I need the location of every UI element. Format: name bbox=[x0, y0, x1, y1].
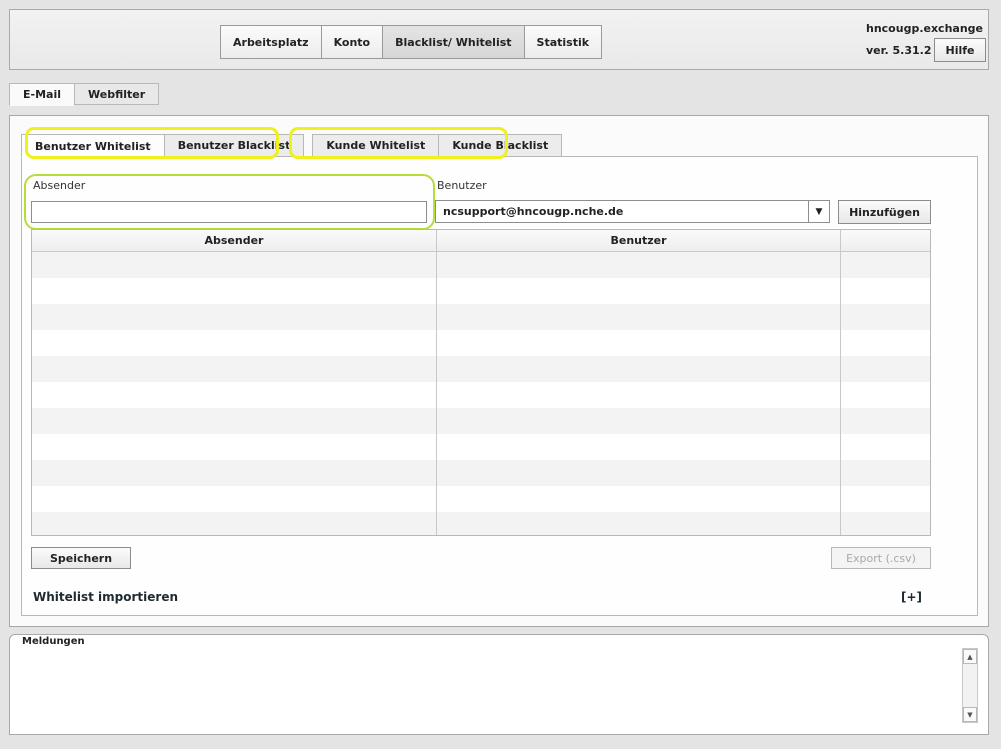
import-section-title[interactable]: Whitelist importieren bbox=[33, 590, 178, 604]
tab-benutzer-whitelist[interactable]: Benutzer Whitelist bbox=[21, 134, 165, 158]
inner-tabs: Benutzer Whitelist Benutzer Blacklist Ku… bbox=[21, 134, 563, 158]
table-row bbox=[32, 330, 930, 356]
app-version: ver. 5.31.2 bbox=[866, 44, 932, 57]
table-row bbox=[32, 252, 930, 278]
table-row bbox=[32, 278, 930, 304]
tab-benutzer-blacklist[interactable]: Benutzer Blacklist bbox=[163, 134, 305, 157]
column-header-benutzer[interactable]: Benutzer bbox=[437, 230, 841, 251]
outer-tabs: E-Mail Webfilter bbox=[9, 83, 160, 106]
messages-panel bbox=[9, 634, 989, 735]
main-nav: Arbeitsplatz Konto Blacklist/ Whitelist … bbox=[220, 25, 603, 59]
tab-kunde-whitelist[interactable]: Kunde Whitelist bbox=[312, 134, 440, 157]
tab-email[interactable]: E-Mail bbox=[9, 83, 75, 106]
table-body bbox=[32, 252, 930, 535]
table-row bbox=[32, 486, 930, 512]
save-button[interactable]: Speichern bbox=[31, 547, 131, 569]
messages-scrollbar[interactable]: ▲ ▼ bbox=[962, 648, 978, 723]
table-row bbox=[32, 460, 930, 486]
entries-table: Absender Benutzer bbox=[31, 229, 931, 536]
user-select[interactable]: ncsupport@hncougp.nche.de ▼ bbox=[435, 200, 830, 223]
table-row bbox=[32, 304, 930, 330]
nav-statistik[interactable]: Statistik bbox=[524, 26, 602, 58]
column-header-extra bbox=[841, 230, 930, 251]
scroll-down-icon[interactable]: ▼ bbox=[963, 707, 977, 722]
user-label: Benutzer bbox=[437, 179, 487, 192]
table-header: Absender Benutzer bbox=[32, 230, 930, 252]
nav-arbeitsplatz[interactable]: Arbeitsplatz bbox=[221, 26, 322, 58]
table-row bbox=[32, 408, 930, 434]
table-row bbox=[32, 382, 930, 408]
messages-title: Meldungen bbox=[22, 636, 85, 647]
column-header-absender[interactable]: Absender bbox=[32, 230, 437, 251]
nav-konto[interactable]: Konto bbox=[321, 26, 384, 58]
nav-blacklist-whitelist[interactable]: Blacklist/ Whitelist bbox=[383, 26, 525, 58]
tab-webfilter[interactable]: Webfilter bbox=[74, 83, 160, 105]
app-name: hncougp.exchange bbox=[866, 22, 983, 35]
help-button[interactable]: Hilfe bbox=[934, 38, 986, 62]
scroll-up-icon[interactable]: ▲ bbox=[963, 649, 977, 664]
table-row bbox=[32, 512, 930, 535]
tab-kunde-blacklist[interactable]: Kunde Blacklist bbox=[438, 134, 563, 157]
import-expand-toggle[interactable]: [+] bbox=[901, 590, 922, 604]
export-csv-button[interactable]: Export (.csv) bbox=[831, 547, 931, 569]
chevron-down-icon[interactable]: ▼ bbox=[808, 201, 829, 222]
sender-label: Absender bbox=[33, 179, 86, 192]
table-row bbox=[32, 434, 930, 460]
user-select-value: ncsupport@hncougp.nche.de bbox=[443, 205, 624, 218]
add-button[interactable]: Hinzufügen bbox=[838, 200, 931, 224]
sender-input[interactable] bbox=[31, 201, 427, 223]
table-row bbox=[32, 356, 930, 382]
